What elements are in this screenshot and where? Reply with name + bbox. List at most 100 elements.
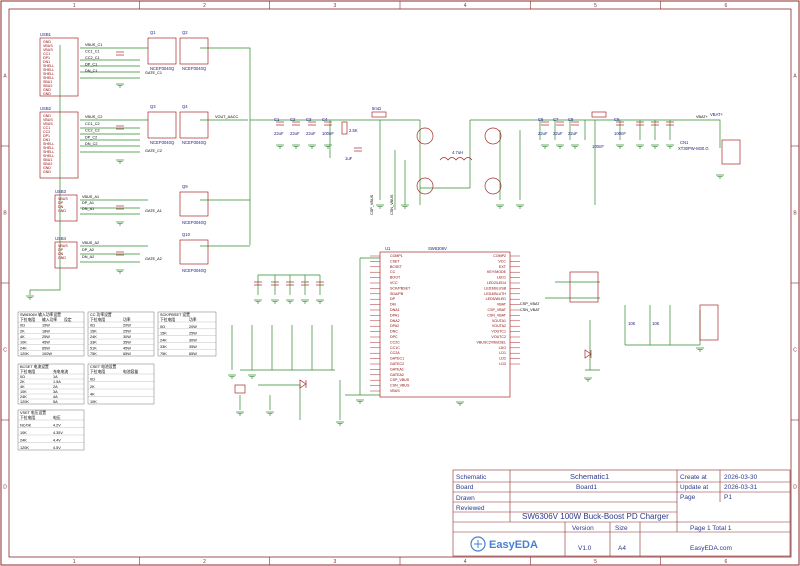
net-label: DP_A2 xyxy=(82,248,94,252)
config-table-title: VSET 电压设置 xyxy=(20,410,46,415)
config-table-header: 功率 xyxy=(189,317,197,322)
ic-left-pin: CSN_VBUS xyxy=(390,384,410,388)
border-col-top: 2 xyxy=(203,3,206,9)
config-table-cell: 25W xyxy=(42,335,50,339)
cap-ref: C4 xyxy=(322,117,328,122)
mosfet-ref: Q10 xyxy=(182,232,191,237)
config-table-header: 电池容量 xyxy=(123,369,138,374)
config-table-title: BCSET 电流设置 xyxy=(20,364,49,369)
usb-pin: GND xyxy=(43,170,51,174)
config-table-header: 下拉电阻 xyxy=(20,317,35,322)
cap-value: 22uF xyxy=(553,131,563,136)
usb-ref: USB3 xyxy=(55,189,67,194)
cap-value: 22uF xyxy=(274,131,284,136)
config-table-cell: 20W xyxy=(123,324,131,328)
inductor-value: 4.7uH xyxy=(452,150,463,155)
resistor-value: 5mΩ xyxy=(372,106,381,111)
config-table-cell: 24K xyxy=(160,338,167,342)
config-table-cell: 24K xyxy=(20,439,27,443)
tb-site: EasyEDA.com xyxy=(690,545,732,552)
border-col-top: 4 xyxy=(464,3,467,9)
net-label: VBUS_A2 xyxy=(82,241,99,245)
config-table-cell: 45W xyxy=(123,346,131,350)
cap-ref: C6 xyxy=(538,117,544,122)
config-table-cell: 0Ω xyxy=(90,378,95,382)
resistor-value: 10K xyxy=(652,321,660,326)
config-table-cell: 4.35V xyxy=(53,431,63,435)
net-label: CC2_C2 xyxy=(85,129,100,133)
config-table-cell: 4.2V xyxy=(53,424,61,428)
vbat-label: VBAT+ xyxy=(710,112,724,117)
config-table-cell: 10K xyxy=(20,431,27,435)
config-table-cell: 4K xyxy=(90,393,95,397)
vout-net-label: VOUT_AACC xyxy=(215,115,238,119)
config-table-header: 下拉电阻 xyxy=(90,317,105,322)
config-table-cell: 4K xyxy=(20,385,25,389)
config-table-cell: 45W xyxy=(42,341,50,345)
resistor-value: 10K xyxy=(628,321,636,326)
mosfet-part: NCEP3040Q xyxy=(150,140,175,145)
ic-right-pin: CSN_VBAT xyxy=(487,313,507,317)
cap-ref: C2 xyxy=(290,117,296,122)
config-table-cell: 0Ω xyxy=(160,325,165,329)
config-table-title: SCK/PBSET 设置 xyxy=(160,312,190,317)
config-table-cell: 65W xyxy=(189,352,197,356)
ic-right-pin: VBAT xyxy=(497,303,507,307)
ic-right-pin: CSP_VBAT xyxy=(487,308,506,312)
ic-left-pin: DPC xyxy=(390,335,398,339)
config-table-header: 下拉电阻 xyxy=(160,317,175,322)
net-label: CC1_C2 xyxy=(85,122,100,126)
config-table-cell: 120K xyxy=(20,446,29,450)
gate-net-label: GATE_A1 xyxy=(145,209,162,213)
gate-net-label: GATE_C1 xyxy=(145,71,162,75)
ic-right-pin: VOUTA1 xyxy=(492,319,506,323)
config-table-cell: 30W xyxy=(123,335,131,339)
ic-right-pin: LED1 xyxy=(497,276,506,280)
config-table-cell: 15W xyxy=(42,324,50,328)
config-table-cell: 2K xyxy=(20,380,25,384)
ic-left-pin: VBUS xyxy=(390,389,400,393)
tb-update-label: Update at xyxy=(680,484,708,491)
ic-right-pin: KEY/MODE xyxy=(487,270,507,274)
ic-ref: U1 xyxy=(385,246,391,251)
config-table-cell: 65W xyxy=(42,346,50,350)
config-table-cell: 24K xyxy=(20,395,27,399)
net-label: DN_C1 xyxy=(85,69,97,73)
mosfet-ref: Q1 xyxy=(150,30,156,35)
config-table-cell: 1.5A xyxy=(53,380,61,384)
cap-ref: C1 xyxy=(274,117,280,122)
ic-right-pin: LDO xyxy=(499,346,507,350)
config-table-cell: 75K xyxy=(160,352,167,356)
config-table-cell: 15K xyxy=(90,329,97,333)
config-table-cell: 33K xyxy=(160,345,167,349)
config-table-header: 充电电流 xyxy=(53,369,68,374)
ic-left-pin: GATEC2 xyxy=(390,362,404,366)
config-table-cell: 65W xyxy=(123,352,131,356)
tb-version-label: Version xyxy=(572,525,594,532)
tb-create-value: 2026-03-30 xyxy=(724,474,758,481)
usb-pin: GND xyxy=(58,209,66,213)
config-table-cell: 24K xyxy=(90,335,97,339)
ic-left-pin: CC2C xyxy=(390,340,400,344)
border-col-bottom: 2 xyxy=(203,559,206,565)
ic-right-pin: VOUTC2 xyxy=(491,335,506,339)
net-label: DN_C2 xyxy=(85,142,97,146)
net-label: VBUS_C1 xyxy=(85,43,102,47)
config-table-cell: 24K xyxy=(20,346,27,350)
config-table-cell: 3A xyxy=(53,390,58,394)
mosfet-ref: Q3 xyxy=(150,104,156,109)
config-table-cell: 120K xyxy=(20,400,29,404)
config-table-cell: 75K xyxy=(90,352,97,356)
cap-value: 100nF xyxy=(592,144,604,149)
config-table-cell: 4.5V xyxy=(53,446,61,450)
tb-drawn-label: Drawn xyxy=(456,495,475,502)
ic-left-pin: SDA/PB xyxy=(390,292,404,296)
mosfet-part: NCEP3040Q xyxy=(182,268,207,273)
config-table-cell: 2K xyxy=(20,329,25,333)
border-row-left: C xyxy=(3,348,7,354)
usb-ref: USB4 xyxy=(55,236,67,241)
resistor-value: 2.5K xyxy=(349,128,358,133)
config-table-cell: 10K xyxy=(20,341,27,345)
tb-reviewed-label: Reviewed xyxy=(456,505,485,512)
config-table-header: 下拉电阻 xyxy=(20,415,35,420)
